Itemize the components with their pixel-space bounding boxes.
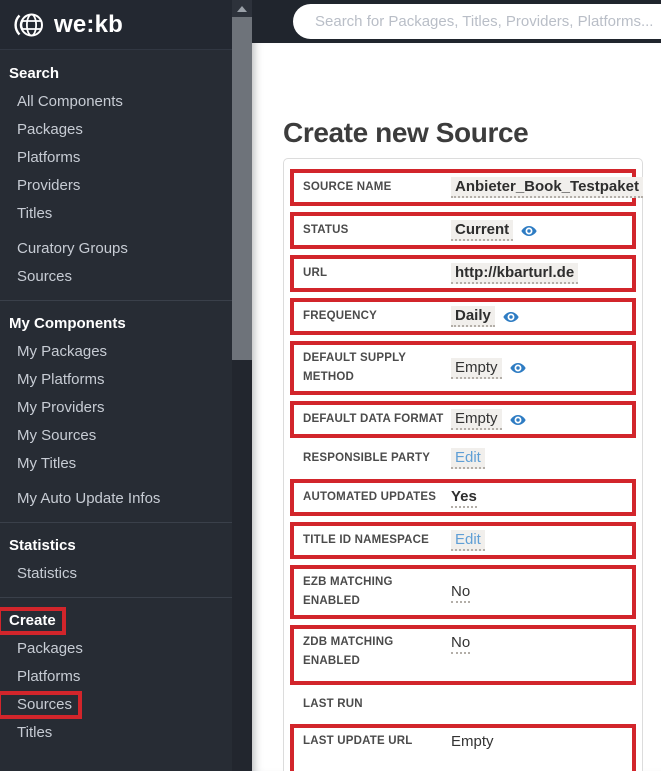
- sidebar-scrollbar[interactable]: [232, 0, 252, 771]
- field-value: No: [451, 633, 623, 654]
- sidebar-item-curatory-groups[interactable]: Curatory Groups: [0, 235, 232, 263]
- sidebar-item-sources[interactable]: Sources: [0, 263, 232, 291]
- globe-logo-icon: [11, 8, 45, 42]
- sidebar-divider: [0, 300, 232, 301]
- field-label: AUTOMATED UPDATES: [303, 488, 451, 507]
- field-value: http://kbarturl.de: [451, 263, 623, 284]
- app-window: we:kb SearchAll ComponentsPackagesPlatfo…: [0, 0, 661, 771]
- form-rows: SOURCE NAMEAnbieter_Book_Testpaket STATUS…: [290, 169, 636, 771]
- sidebar-divider: [0, 522, 232, 523]
- form-row-zdb-matching-enabled: ZDB MATCHING ENABLEDNo: [290, 625, 636, 685]
- field-label: DEFAULT DATA FORMAT: [303, 410, 451, 429]
- chevron-up-icon: [237, 6, 247, 12]
- field-value-source-name[interactable]: Anbieter_Book_Testpaket: [451, 177, 643, 198]
- sidebar-item-my-packages[interactable]: My Packages: [0, 338, 232, 366]
- sidebar-item-all-components[interactable]: All Components: [0, 88, 232, 116]
- field-value: Empty: [451, 409, 623, 430]
- sidebar-item-sources[interactable]: Sources: [0, 691, 232, 719]
- eye-icon[interactable]: [510, 360, 526, 376]
- field-label: SOURCE NAME: [303, 178, 451, 197]
- field-value-zdb-matching-enabled[interactable]: No: [451, 633, 470, 654]
- field-label: EZB MATCHING ENABLED: [303, 573, 451, 611]
- form-row-frequency: FREQUENCYDaily: [290, 298, 636, 335]
- field-label: LAST RUN: [303, 695, 451, 714]
- field-value-default-data-format[interactable]: Empty: [451, 409, 502, 430]
- field-label: URL: [303, 264, 451, 283]
- sidebar-item-titles[interactable]: Titles: [0, 200, 232, 228]
- form-row-automated-updates: AUTOMATED UPDATESYes: [290, 479, 636, 516]
- form-row-source-name: SOURCE NAMEAnbieter_Book_Testpaket: [290, 169, 636, 206]
- form-row-last-run: LAST RUN: [290, 691, 636, 718]
- sidebar-item-my-sources[interactable]: My Sources: [0, 422, 232, 450]
- topbar: [252, 0, 661, 43]
- field-value: Edit: [451, 530, 623, 551]
- sidebar-section-header-statistics: Statistics: [0, 532, 232, 560]
- field-label: DEFAULT SUPPLY METHOD: [303, 349, 451, 387]
- logo-row[interactable]: we:kb: [0, 0, 232, 50]
- main-content: Create new Source SOURCE NAMEAnbieter_Bo…: [252, 43, 661, 771]
- field-value-status[interactable]: Current: [451, 220, 513, 241]
- field-label: TITLE ID NAMESPACE: [303, 531, 451, 550]
- form-row-url: URLhttp://kbarturl.de: [290, 255, 636, 292]
- field-value-url[interactable]: http://kbarturl.de: [451, 263, 578, 284]
- sidebar-divider: [0, 597, 232, 598]
- scrollbar-thumb[interactable]: [232, 17, 252, 360]
- scrollbar-up-button[interactable]: [232, 0, 252, 17]
- field-value: Daily: [451, 306, 623, 327]
- field-value: Anbieter_Book_Testpaket: [451, 177, 643, 198]
- sidebar-item-statistics[interactable]: Statistics: [0, 560, 232, 588]
- field-value-ezb-matching-enabled[interactable]: No: [451, 582, 470, 603]
- search-input[interactable]: [313, 12, 661, 31]
- page-title: Create new Source: [283, 117, 528, 149]
- field-label: STATUS: [303, 221, 451, 240]
- sidebar-item-providers[interactable]: Providers: [0, 172, 232, 200]
- field-value: Yes: [451, 487, 623, 508]
- sidebar-item-platforms[interactable]: Platforms: [0, 663, 232, 691]
- sidebar-section-header-create: Create: [0, 607, 232, 635]
- sidebar-nav: SearchAll ComponentsPackagesPlatformsPro…: [0, 50, 232, 747]
- sidebar-section-header-search: Search: [0, 60, 232, 88]
- field-label: FREQUENCY: [303, 307, 451, 326]
- search-bar[interactable]: [293, 4, 661, 39]
- field-value-default-supply-method[interactable]: Empty: [451, 358, 502, 379]
- form-row-responsible-party: RESPONSIBLE PARTYEdit: [290, 444, 636, 473]
- sidebar: we:kb SearchAll ComponentsPackagesPlatfo…: [0, 0, 232, 771]
- form-row-last-update-url: LAST UPDATE URLEmpty: [290, 724, 636, 771]
- field-value-title-id-namespace[interactable]: Edit: [451, 530, 485, 551]
- eye-icon[interactable]: [521, 223, 537, 239]
- field-value-responsible-party[interactable]: Edit: [451, 448, 485, 469]
- sidebar-item-my-auto-update-infos[interactable]: My Auto Update Infos: [0, 485, 232, 513]
- sidebar-section-header-my-components: My Components: [0, 310, 232, 338]
- form-row-default-supply-method: DEFAULT SUPPLY METHODEmpty: [290, 341, 636, 395]
- sidebar-item-my-platforms[interactable]: My Platforms: [0, 366, 232, 394]
- field-value: Current: [451, 220, 623, 241]
- field-label: LAST UPDATE URL: [303, 732, 451, 751]
- create-source-form-panel: SOURCE NAMEAnbieter_Book_Testpaket STATUS…: [283, 158, 643, 771]
- brand-logo-text: we:kb: [54, 11, 123, 39]
- sidebar-item-my-providers[interactable]: My Providers: [0, 394, 232, 422]
- sidebar-item-titles[interactable]: Titles: [0, 719, 232, 747]
- eye-icon[interactable]: [503, 309, 519, 325]
- form-row-default-data-format: DEFAULT DATA FORMATEmpty: [290, 401, 636, 438]
- field-label: ZDB MATCHING ENABLED: [303, 633, 451, 671]
- field-value: No: [451, 582, 623, 603]
- field-value: Empty: [451, 732, 623, 751]
- field-value-frequency[interactable]: Daily: [451, 306, 495, 327]
- field-value-automated-updates[interactable]: Yes: [451, 487, 477, 508]
- form-row-ezb-matching-enabled: EZB MATCHING ENABLEDNo: [290, 565, 636, 619]
- annotation-box: Sources: [0, 694, 79, 716]
- sidebar-item-platforms[interactable]: Platforms: [0, 144, 232, 172]
- field-label: RESPONSIBLE PARTY: [303, 449, 451, 468]
- sidebar-item-packages[interactable]: Packages: [0, 635, 232, 663]
- field-value: Edit: [451, 448, 623, 469]
- form-row-title-id-namespace: TITLE ID NAMESPACEEdit: [290, 522, 636, 559]
- eye-icon[interactable]: [510, 412, 526, 428]
- field-value: Empty: [451, 358, 623, 379]
- sidebar-item-packages[interactable]: Packages: [0, 116, 232, 144]
- form-row-status: STATUSCurrent: [290, 212, 636, 249]
- sidebar-item-my-titles[interactable]: My Titles: [0, 450, 232, 478]
- annotation-box: Create: [0, 610, 63, 632]
- field-value-last-update-url: Empty: [451, 732, 494, 751]
